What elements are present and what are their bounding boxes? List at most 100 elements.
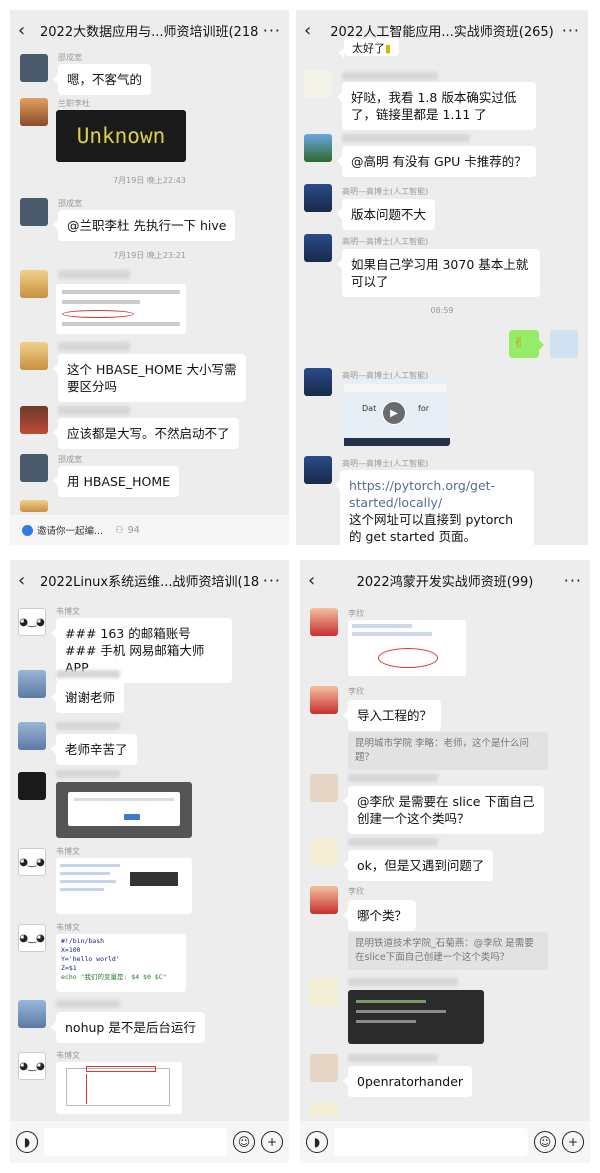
avatar[interactable]	[20, 98, 48, 126]
avatar[interactable]: ◕‿◕	[18, 1052, 46, 1080]
people-icon: ⚇	[115, 524, 124, 536]
more-icon[interactable]: ···	[259, 571, 281, 590]
more-icon[interactable]: ···	[259, 21, 281, 40]
invite-bar[interactable]: 邀请你一起编... ⚇ 94	[10, 515, 289, 545]
avatar[interactable]	[304, 184, 332, 212]
sender-name: 李欣	[348, 887, 364, 896]
image-message[interactable]	[348, 990, 484, 1044]
pytorch-link[interactable]: https://pytorch.org/get-started/locally/	[349, 478, 495, 510]
message-bubble[interactable]: 哪个类？	[342, 900, 417, 931]
avatar[interactable]	[310, 608, 338, 636]
message-input[interactable]	[334, 1128, 528, 1156]
sender-name: 韦博文	[56, 847, 80, 856]
video-message[interactable]: Dat for ▶	[340, 380, 450, 446]
back-icon[interactable]: ‹	[18, 20, 40, 41]
blurred-name	[348, 774, 438, 782]
message-bubble[interactable]: https://pytorch.org/get-started/locally/…	[335, 470, 534, 545]
message-bubble[interactable]: 这个 HBASE_HOME 大小写需要区分吗	[53, 354, 246, 402]
more-icon[interactable]: ···	[558, 21, 580, 40]
avatar[interactable]	[310, 686, 338, 714]
blurred-name	[56, 670, 120, 678]
avatar[interactable]: ◕‿◕	[18, 848, 46, 876]
image-message[interactable]	[348, 620, 466, 676]
avatar[interactable]	[310, 1102, 338, 1116]
own-message-bubble[interactable]: ✌	[509, 330, 544, 358]
avatar[interactable]	[20, 454, 48, 482]
input-bar: ◗ ☺ +	[300, 1121, 590, 1163]
avatar[interactable]	[18, 670, 46, 698]
sender-name: 邵成宽	[58, 53, 82, 62]
message-bubble[interactable]: 太好了▮	[338, 38, 400, 58]
avatar[interactable]	[304, 70, 332, 98]
message-bubble[interactable]: 0penratorhander	[342, 1066, 473, 1097]
plus-icon[interactable]: +	[261, 1131, 283, 1153]
message-input[interactable]	[44, 1128, 227, 1156]
more-icon[interactable]: ···	[560, 571, 582, 590]
own-avatar[interactable]	[550, 330, 578, 358]
message-bubble[interactable]: 版本问题不大	[336, 199, 436, 230]
sender-name: 韦博文	[56, 607, 80, 616]
back-icon[interactable]: ‹	[18, 570, 40, 591]
quoted-message[interactable]: 昆明铁道技术学院_石菊燕：@李欣 是需要在slice下面自己创建一个这个类吗？	[348, 932, 548, 970]
avatar[interactable]	[304, 456, 332, 484]
avatar[interactable]	[310, 1054, 338, 1082]
avatar[interactable]	[20, 270, 48, 298]
message-bubble[interactable]: 嗯，不客气的	[52, 64, 152, 95]
message-bubble[interactable]: @李欣 是需要在 slice 下面自己创建一个这个类吗？	[343, 786, 544, 834]
chat-panel-bigdata: ‹ 2022大数据应用与...师资培训班(218) ··· 邵成宽 嗯，不客气的…	[10, 10, 289, 545]
blurred-name	[348, 838, 438, 846]
avatar[interactable]	[310, 838, 338, 866]
back-icon[interactable]: ‹	[308, 570, 330, 591]
avatar[interactable]	[20, 500, 48, 512]
avatar[interactable]	[310, 886, 338, 914]
message-bubble[interactable]: 如果自己学习用 3070 基本上就可以了	[337, 249, 540, 297]
avatar[interactable]	[18, 722, 46, 750]
message-bubble[interactable]: ok，但是又遇到问题了	[342, 850, 494, 881]
chat-title: 2022Linux系统运维...战师资培训(189)	[40, 574, 259, 590]
message-bubble[interactable]: 用 HBASE_HOME	[52, 466, 180, 497]
quoted-message[interactable]: 昆明城市学院 李略：老师，这个是什么问题？	[348, 732, 548, 770]
voice-icon[interactable]: ◗	[16, 1131, 38, 1153]
avatar[interactable]	[310, 774, 338, 802]
message-bubble[interactable]: @兰职李杜 先执行一下 hive	[52, 210, 236, 241]
message-bubble[interactable]: 导入工程的？	[342, 700, 442, 731]
message-bubble[interactable]: 老师辛苦了	[51, 734, 137, 765]
avatar[interactable]: ◕‿◕	[18, 608, 46, 636]
chat-panel-harmony: ‹ 2022鸿蒙开发实战师资班(99) ··· 李欣 李欣 导入工程的？ 昆明城…	[300, 560, 590, 1163]
message-bubble[interactable]: @高明 有没有 GPU 卡推荐的？	[337, 146, 536, 177]
image-message[interactable]	[56, 858, 192, 914]
plus-icon[interactable]: +	[562, 1131, 584, 1153]
avatar[interactable]	[20, 342, 48, 370]
avatar[interactable]	[20, 406, 48, 434]
image-message[interactable]	[56, 782, 192, 838]
avatar[interactable]	[20, 54, 48, 82]
avatar[interactable]	[304, 134, 332, 162]
avatar[interactable]	[18, 1000, 46, 1028]
avatar[interactable]	[304, 368, 332, 396]
image-message[interactable]	[56, 1062, 182, 1114]
blurred-name	[348, 1054, 438, 1062]
chat-title: 2022人工智能应用...实战师资班(265)	[330, 24, 554, 40]
message-bubble[interactable]: 应该都是大写。不然启动不了	[53, 418, 239, 449]
back-icon[interactable]: ‹	[304, 20, 326, 41]
image-message[interactable]	[56, 284, 186, 334]
emoji-icon[interactable]: ☺	[233, 1131, 255, 1153]
voice-icon[interactable]: ◗	[306, 1131, 328, 1153]
avatar[interactable]	[18, 772, 46, 800]
avatar[interactable]	[310, 978, 338, 1006]
timestamp: 7月19日 晚上22:43	[113, 176, 186, 185]
code-image[interactable]: #!/bin/bash X=100 Y='hello world' Z=$1 e…	[56, 934, 186, 992]
play-icon[interactable]: ▶	[382, 401, 406, 425]
avatar[interactable]	[20, 198, 48, 226]
message-bubble[interactable]: nohup 是不是后台运行	[51, 1012, 205, 1043]
message-bubble[interactable]: 好哒，我看 1.8 版本确实过低了，链接里都是 1.11 了	[337, 82, 536, 130]
timestamp: 7月19日 晚上23:21	[113, 251, 186, 260]
avatar[interactable]	[304, 234, 332, 262]
emoji-icon[interactable]: ☺	[534, 1131, 556, 1153]
avatar[interactable]: ◕‿◕	[18, 924, 46, 952]
timestamp: 08:59	[430, 306, 454, 315]
unknown-text: Unknown	[76, 124, 166, 148]
message-bubble[interactable]: 谢谢老师	[50, 682, 125, 713]
blurred-name	[342, 72, 438, 80]
image-message[interactable]: Unknown	[56, 110, 186, 162]
